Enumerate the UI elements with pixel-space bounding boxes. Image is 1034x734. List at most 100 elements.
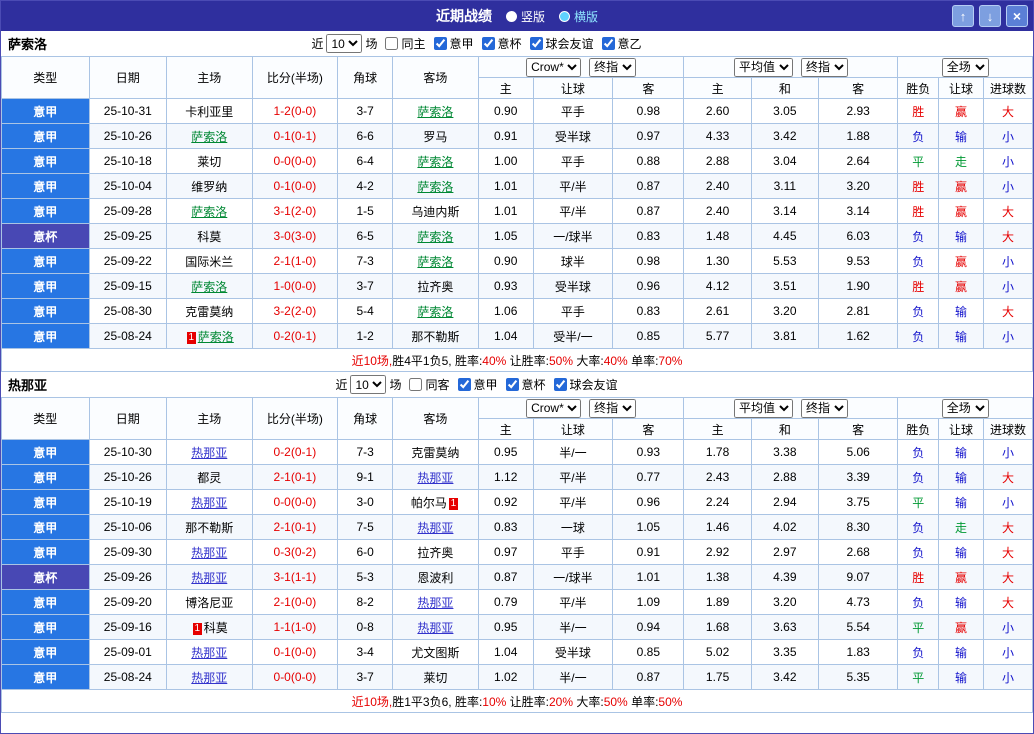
team-link[interactable]: 国际米兰 (185, 255, 233, 269)
score-link[interactable]: 0-1(0-0) (274, 645, 317, 659)
filter-checkbox[interactable]: 意甲 (433, 35, 474, 52)
score-link[interactable]: 0-1(0-1) (274, 129, 317, 143)
team-link[interactable]: 那不勒斯 (185, 521, 233, 535)
score-link[interactable]: 1-0(0-0) (274, 279, 317, 293)
team-link[interactable]: 拉齐奥 (417, 546, 453, 560)
filter-checkbox[interactable]: 意甲 (457, 376, 498, 393)
team-link[interactable]: 博洛尼亚 (185, 596, 233, 610)
score-link[interactable]: 0-2(0-1) (274, 445, 317, 459)
team-link[interactable]: 萨索洛 (417, 230, 453, 244)
team-link[interactable]: 萨索洛 (417, 155, 453, 169)
team-link[interactable]: 热那亚 (417, 596, 453, 610)
team-link[interactable]: 罗马 (423, 130, 447, 144)
filter-checkbox[interactable]: 同主 (385, 35, 426, 52)
team-link[interactable]: 热那亚 (191, 446, 227, 460)
score-link[interactable]: 0-0(0-0) (274, 495, 317, 509)
filter-checkbox[interactable]: 球会友谊 (553, 376, 618, 393)
filter-checkbox[interactable]: 球会友谊 (529, 35, 594, 52)
team-link[interactable]: 萨索洛 (198, 330, 234, 344)
average-select[interactable]: 平均值 (733, 57, 793, 77)
filter-checkbox[interactable]: 意杯 (505, 376, 546, 393)
score-link[interactable]: 0-3(0-2) (274, 545, 317, 559)
fullmatch-select[interactable]: 全场 (941, 398, 989, 418)
score-link[interactable]: 0-0(0-0) (274, 670, 317, 684)
score-link[interactable]: 3-2(2-0) (274, 304, 317, 318)
team-link[interactable]: 克雷莫纳 (411, 446, 459, 460)
final-index-select[interactable]: 终指 (589, 57, 637, 77)
score-link[interactable]: 2-1(0-1) (274, 470, 317, 484)
score-link[interactable]: 1-1(1-0) (274, 620, 317, 634)
near-count-select[interactable]: 10 (350, 375, 387, 394)
average-final-select[interactable]: 终指 (800, 57, 848, 77)
score-link[interactable]: 1-2(0-0) (274, 104, 317, 118)
score-link[interactable]: 3-0(3-0) (274, 229, 317, 243)
team-link[interactable]: 热那亚 (191, 496, 227, 510)
team-link[interactable]: 热那亚 (191, 571, 227, 585)
score-cell: 2-1(0-1) (251, 464, 339, 490)
checkbox-input[interactable] (481, 36, 495, 50)
team-link[interactable]: 萨索洛 (191, 130, 227, 144)
average-final-select[interactable]: 终指 (800, 398, 848, 418)
score-cell: 2-1(0-1) (251, 514, 339, 540)
odds-company-select[interactable]: Crow* (526, 398, 582, 418)
team-link[interactable]: 卡利亚里 (185, 105, 233, 119)
score-cell: 0-1(0-1) (251, 123, 339, 149)
checkbox-input[interactable] (385, 36, 399, 50)
team-link[interactable]: 萨索洛 (191, 280, 227, 294)
team-link[interactable]: 萨索洛 (417, 105, 453, 119)
checkbox-input[interactable] (553, 377, 567, 391)
fullmatch-select[interactable]: 全场 (941, 57, 989, 77)
average-select[interactable]: 平均值 (733, 398, 793, 418)
move-down-button[interactable]: ↓ (979, 5, 1001, 27)
team-link[interactable]: 那不勒斯 (411, 330, 459, 344)
checkbox-input[interactable] (505, 377, 519, 391)
team-link[interactable]: 科莫 (204, 621, 228, 635)
team-link[interactable]: 萨索洛 (417, 255, 453, 269)
team-link[interactable]: 热那亚 (191, 646, 227, 660)
checkbox-input[interactable] (457, 377, 471, 391)
team-link[interactable]: 克雷莫纳 (185, 305, 233, 319)
team-link[interactable]: 萨索洛 (191, 205, 227, 219)
final-index-select[interactable]: 终指 (589, 398, 637, 418)
team-link[interactable]: 恩波利 (417, 571, 453, 585)
layout-radio-horizontal[interactable]: 横版 (559, 8, 598, 25)
handicap-cell: 一/球半 (532, 564, 614, 590)
team-link[interactable]: 莱切 (423, 671, 447, 685)
score-link[interactable]: 2-1(0-0) (274, 595, 317, 609)
team-link[interactable]: 乌迪内斯 (411, 205, 459, 219)
score-link[interactable]: 0-0(0-0) (274, 154, 317, 168)
team-link[interactable]: 拉齐奥 (417, 280, 453, 294)
near-count-select[interactable]: 10 (326, 34, 363, 53)
team-link[interactable]: 科莫 (197, 230, 221, 244)
team-link[interactable]: 热那亚 (417, 621, 453, 635)
team-link[interactable]: 热那亚 (191, 546, 227, 560)
score-link[interactable]: 3-1(1-1) (274, 570, 317, 584)
team-link[interactable]: 维罗纳 (191, 180, 227, 194)
filter-checkbox[interactable]: 同客 (409, 376, 450, 393)
team-link[interactable]: 热那亚 (191, 671, 227, 685)
score-cell: 0-2(0-1) (251, 439, 339, 465)
score-link[interactable]: 0-1(0-0) (274, 179, 317, 193)
layout-radio-vertical[interactable]: 竖版 (505, 8, 545, 25)
team-link[interactable]: 萨索洛 (417, 305, 453, 319)
team-link[interactable]: 热那亚 (417, 471, 453, 485)
checkbox-input[interactable] (529, 36, 543, 50)
team-link[interactable]: 帕尔马 (411, 496, 447, 510)
filter-checkbox[interactable]: 意乙 (601, 35, 642, 52)
team-link[interactable]: 都灵 (197, 471, 221, 485)
team-link[interactable]: 萨索洛 (417, 180, 453, 194)
score-link[interactable]: 2-1(1-0) (274, 254, 317, 268)
score-link[interactable]: 2-1(0-1) (274, 520, 317, 534)
score-link[interactable]: 3-1(2-0) (274, 204, 317, 218)
team-link[interactable]: 莱切 (197, 155, 221, 169)
team-link[interactable]: 热那亚 (417, 521, 453, 535)
move-up-button[interactable]: ↑ (952, 5, 974, 27)
odds-company-select[interactable]: Crow* (526, 57, 582, 77)
score-link[interactable]: 0-2(0-1) (274, 329, 317, 343)
close-button[interactable]: × (1006, 5, 1028, 27)
checkbox-input[interactable] (433, 36, 447, 50)
checkbox-input[interactable] (601, 36, 615, 50)
filter-checkbox[interactable]: 意杯 (481, 35, 522, 52)
team-link[interactable]: 尤文图斯 (411, 646, 459, 660)
checkbox-input[interactable] (409, 377, 423, 391)
